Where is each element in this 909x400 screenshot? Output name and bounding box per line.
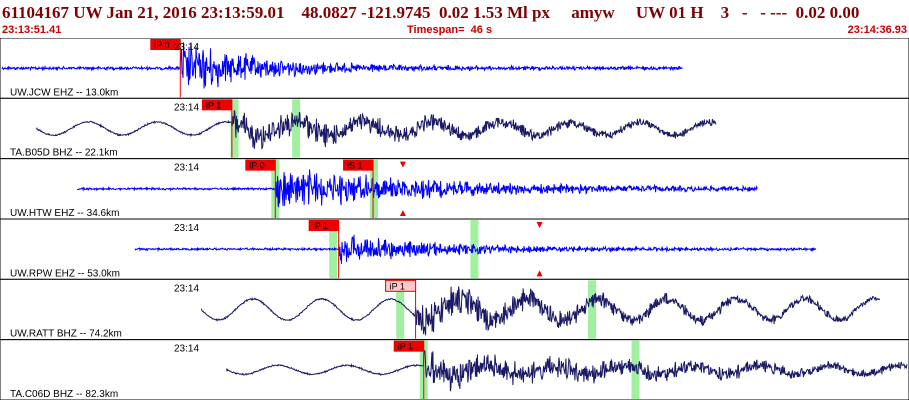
channel-label: TA.B05D BHZ -- 22.1km — [10, 148, 118, 159]
pick-label: iP 0 — [154, 40, 169, 50]
event-header: 61104167 UW Jan 21, 2016 23:13:59.01 48.… — [0, 0, 909, 38]
pick-label: iP 1 — [206, 100, 221, 110]
time-tick-label: 23:14 — [174, 344, 199, 355]
channel-label: UW.RPW EHZ -- 53.0km — [10, 268, 120, 279]
trace-panel[interactable]: iP 1 23:14 TA.B05D BHZ -- 22.1km — [0, 97, 909, 160]
time-tick-label: 23:14 — [174, 102, 199, 113]
channel-label: UW.JCW EHZ -- 13.0km — [10, 87, 118, 98]
trace-panel[interactable]: iP 1 23:14 TA.C06D BHZ -- 82.3km — [0, 339, 909, 400]
start-time: 23:13:51.41 — [2, 24, 62, 36]
time-tick-label: 23:14 — [174, 163, 199, 174]
pick-label: iP 0 — [249, 161, 264, 171]
trace-border — [0, 278, 909, 341]
seismogram-panel[interactable]: iP 0 23:14 UW.JCW EHZ -- 13.0km iP 1 23:14 TA… — [0, 38, 909, 400]
window-marker — [292, 99, 301, 158]
pick-label: iP 1 — [398, 342, 413, 352]
end-time: 23:14:36.93 — [847, 24, 907, 36]
channel-label: UW.HTW EHZ -- 34.6km — [10, 208, 119, 219]
pick-label: iS 1 — [347, 161, 363, 171]
event-summary: 61104167 UW Jan 21, 2016 23:13:59.01 48.… — [2, 3, 860, 22]
trace-panel[interactable]: iP 0 iS 1 23:14 UW.HTW EHZ -- 34.6km — [0, 158, 909, 220]
window-marker — [588, 280, 597, 339]
time-tick-label: 23:14 — [174, 283, 199, 294]
trace-panel[interactable]: iP 0 23:14 UW.JCW EHZ -- 13.0km — [0, 38, 909, 99]
timespan: Timespan= 46 s — [407, 24, 493, 36]
time-tick-label: 23:14 — [174, 42, 199, 53]
channel-label: UW.RATT BHZ -- 74.2km — [10, 329, 122, 340]
pick-label: iP 1 — [313, 221, 328, 231]
trace-panel[interactable]: iP 1 23:14 UW.RATT BHZ -- 74.2km — [0, 278, 909, 341]
channel-label: TA.C06D BHZ -- 82.3km — [10, 389, 118, 400]
time-tick-label: 23:14 — [174, 223, 199, 234]
trace-panel[interactable]: iP 1 23:14 UW.RPW EHZ -- 53.0km — [0, 218, 909, 280]
pick-label: iP 1 — [390, 281, 405, 291]
